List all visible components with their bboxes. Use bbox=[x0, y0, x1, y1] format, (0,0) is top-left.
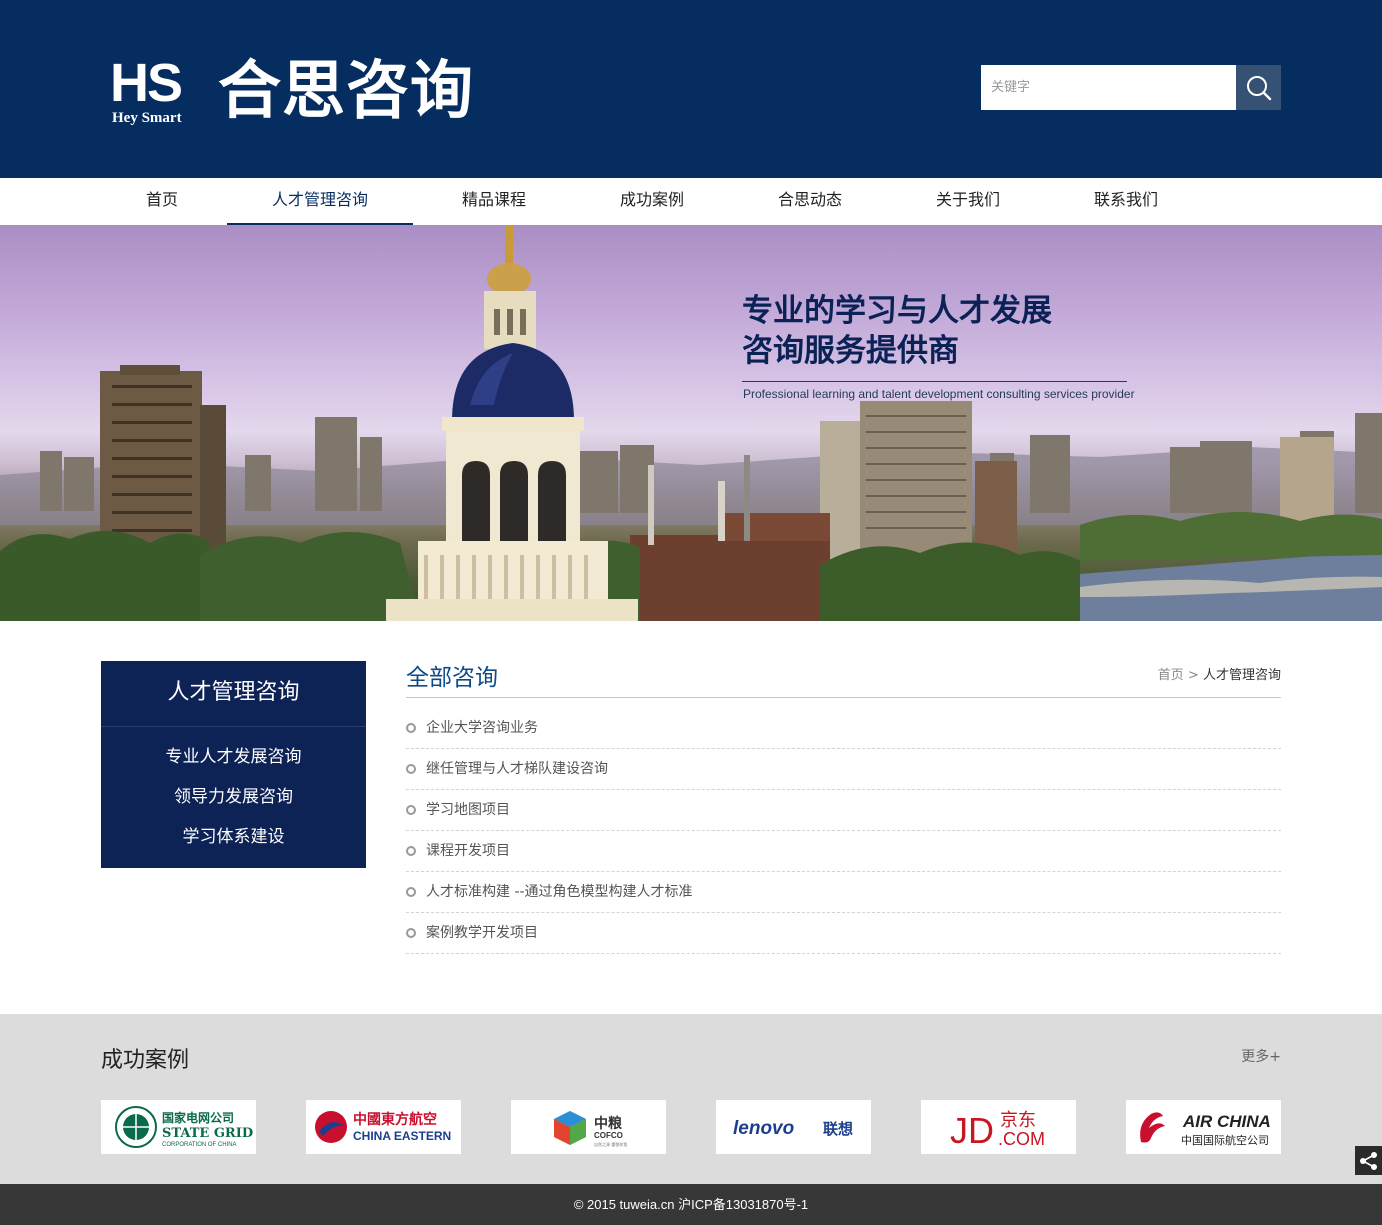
china-eastern-logo-icon: 中國東方航空 CHINA EASTERN bbox=[314, 1111, 451, 1143]
sidebar-item-leadership[interactable]: 领导力发展咨询 bbox=[101, 777, 366, 817]
cases-more-link[interactable]: 更多+ bbox=[1241, 1046, 1281, 1066]
partner-domain: .COM bbox=[998, 1129, 1045, 1149]
lenovo-logo-icon: lenovo 联想 bbox=[733, 1118, 853, 1139]
nav-item-home[interactable]: 首页 bbox=[110, 178, 214, 225]
partner-en-subname: CORPORATION OF CHINA bbox=[162, 1142, 237, 1148]
cases-title: 成功案例 bbox=[101, 1048, 190, 1073]
search-box bbox=[981, 65, 1281, 110]
partner-cn-name: 中国国际航空公司 bbox=[1181, 1133, 1269, 1147]
cofco-logo-icon: 中粮 COFCO 自然之源 重塑你我 bbox=[553, 1111, 627, 1147]
sidebar-title: 人才管理咨询 bbox=[101, 661, 366, 727]
partner-en-name: JD bbox=[950, 1110, 994, 1151]
share-button[interactable] bbox=[1355, 1146, 1382, 1175]
circle-bullet-icon bbox=[406, 723, 416, 733]
breadcrumb-current: 人才管理咨询 bbox=[1202, 668, 1281, 683]
partner-cn-name: 中國東方航空 bbox=[353, 1111, 437, 1128]
partner-en-name: COFCO bbox=[594, 1131, 623, 1140]
search-button[interactable] bbox=[1236, 65, 1281, 110]
breadcrumb-home[interactable]: 首页 bbox=[1158, 668, 1184, 683]
logo-mark-text: HS bbox=[110, 53, 183, 113]
partner-logo-jd[interactable]: JD 京东 .COM bbox=[921, 1100, 1076, 1154]
partner-cn-name: 国家电网公司 bbox=[162, 1110, 234, 1125]
share-icon bbox=[1359, 1151, 1377, 1170]
banner-title: 专业的学习与人才发展 咨询服务提供商 bbox=[742, 291, 1052, 371]
nav-item-cases[interactable]: 成功案例 bbox=[592, 178, 712, 225]
consulting-list: 企业大学咨询业务 继任管理与人才梯队建设咨询 学习地图项目 课程开发项目 人才标… bbox=[406, 708, 1281, 954]
logo-english-name: Hey Smart bbox=[112, 110, 182, 126]
sidebar-item-learning-system[interactable]: 学习体系建设 bbox=[101, 817, 366, 857]
list-item[interactable]: 企业大学咨询业务 bbox=[406, 708, 1281, 749]
nav-item-about[interactable]: 关于我们 bbox=[908, 178, 1028, 225]
footer-copyright: © 2015 tuweia.cn 沪ICP备13031870号-1 bbox=[573, 1197, 809, 1212]
list-item[interactable]: 继任管理与人才梯队建设咨询 bbox=[406, 749, 1281, 790]
search-input[interactable] bbox=[981, 65, 1236, 110]
banner-title-line1: 专业的学习与人才发展 bbox=[742, 293, 1052, 329]
circle-bullet-icon bbox=[406, 764, 416, 774]
logo[interactable]: HS Hey Smart 合思咨询 bbox=[110, 54, 510, 128]
list-item[interactable]: 人才标准构建 --通过角色模型构建人才标准 bbox=[406, 872, 1281, 913]
partner-cn-name: 中粮 bbox=[594, 1115, 623, 1132]
content-title: 全部咨询 bbox=[406, 665, 498, 691]
nav-item-courses[interactable]: 精品课程 bbox=[434, 178, 554, 225]
banner-title-line2: 咨询服务提供商 bbox=[742, 333, 959, 369]
list-item[interactable]: 案例教学开发项目 bbox=[406, 913, 1281, 954]
list-item-label: 案例教学开发项目 bbox=[426, 925, 538, 941]
content-title-divider bbox=[406, 697, 1281, 698]
site-footer: © 2015 tuweia.cn 沪ICP备13031870号-1 bbox=[0, 1184, 1382, 1225]
logo-mark: HS Hey Smart bbox=[110, 56, 202, 126]
circle-bullet-icon bbox=[406, 887, 416, 897]
sidebar: 人才管理咨询 专业人才发展咨询 领导力发展咨询 学习体系建设 bbox=[101, 661, 366, 868]
nav-item-news[interactable]: 合思动态 bbox=[750, 178, 870, 225]
site-header: HS Hey Smart 合思咨询 bbox=[0, 0, 1382, 178]
list-item-label: 继任管理与人才梯队建设咨询 bbox=[426, 761, 608, 777]
list-item-label: 学习地图项目 bbox=[426, 802, 510, 818]
banner-subtitle: Professional learning and talent develop… bbox=[743, 387, 1135, 401]
circle-bullet-icon bbox=[406, 928, 416, 938]
circle-bullet-icon bbox=[406, 805, 416, 815]
air-china-logo-icon: AIR CHINA 中国国际航空公司 bbox=[1139, 1112, 1271, 1147]
partner-logo-state-grid[interactable]: 国家电网公司 STATE GRID CORPORATION OF CHINA bbox=[101, 1100, 256, 1154]
partner-en-name: STATE GRID bbox=[162, 1126, 253, 1141]
search-icon bbox=[1246, 75, 1271, 100]
city-skyline-image bbox=[0, 225, 1382, 621]
circle-bullet-icon bbox=[406, 846, 416, 856]
partner-logo-cofco[interactable]: 中粮 COFCO 自然之源 重塑你我 bbox=[511, 1100, 666, 1154]
list-item-label: 企业大学咨询业务 bbox=[426, 720, 538, 736]
partner-cn-name: 京东 bbox=[1000, 1110, 1036, 1131]
banner-divider bbox=[742, 381, 1127, 382]
sidebar-item-professional-talent[interactable]: 专业人才发展咨询 bbox=[101, 737, 366, 777]
main-nav: 首页 人才管理咨询 精品课程 成功案例 合思动态 关于我们 联系我们 bbox=[0, 178, 1382, 225]
partner-logo-lenovo[interactable]: lenovo 联想 bbox=[716, 1100, 871, 1154]
list-item[interactable]: 学习地图项目 bbox=[406, 790, 1281, 831]
state-grid-logo-icon: 国家电网公司 STATE GRID CORPORATION OF CHINA bbox=[114, 1106, 253, 1148]
list-item-label: 人才标准构建 --通过角色模型构建人才标准 bbox=[426, 884, 693, 900]
partner-logo-air-china[interactable]: AIR CHINA 中国国际航空公司 bbox=[1126, 1100, 1281, 1154]
partner-en-name: lenovo bbox=[733, 1118, 794, 1139]
nav-item-talent-consulting[interactable]: 人才管理咨询 bbox=[227, 178, 413, 225]
partner-cn-name: 联想 bbox=[823, 1120, 853, 1138]
jd-logo-icon: JD 京东 .COM bbox=[950, 1110, 1045, 1151]
partner-en-name: CHINA EASTERN bbox=[353, 1129, 451, 1143]
partner-en-name: AIR CHINA bbox=[1182, 1112, 1271, 1131]
breadcrumb: 首页 > 人才管理咨询 bbox=[1158, 666, 1281, 686]
list-item[interactable]: 课程开发项目 bbox=[406, 831, 1281, 872]
nav-item-contact[interactable]: 联系我们 bbox=[1066, 178, 1186, 225]
partner-slogan: 自然之源 重塑你我 bbox=[594, 1141, 627, 1147]
list-item-label: 课程开发项目 bbox=[426, 843, 510, 859]
breadcrumb-separator: > bbox=[1187, 668, 1199, 683]
partner-logo-china-eastern[interactable]: 中國東方航空 CHINA EASTERN bbox=[306, 1100, 461, 1154]
hero-banner: 专业的学习与人才发展 咨询服务提供商 Professional learning… bbox=[0, 225, 1382, 621]
logo-chinese-name: 合思咨询 bbox=[218, 54, 474, 127]
success-cases-section: 成功案例 更多+ 国家电网公司 STATE GRID CORPORATION O… bbox=[0, 1014, 1382, 1184]
